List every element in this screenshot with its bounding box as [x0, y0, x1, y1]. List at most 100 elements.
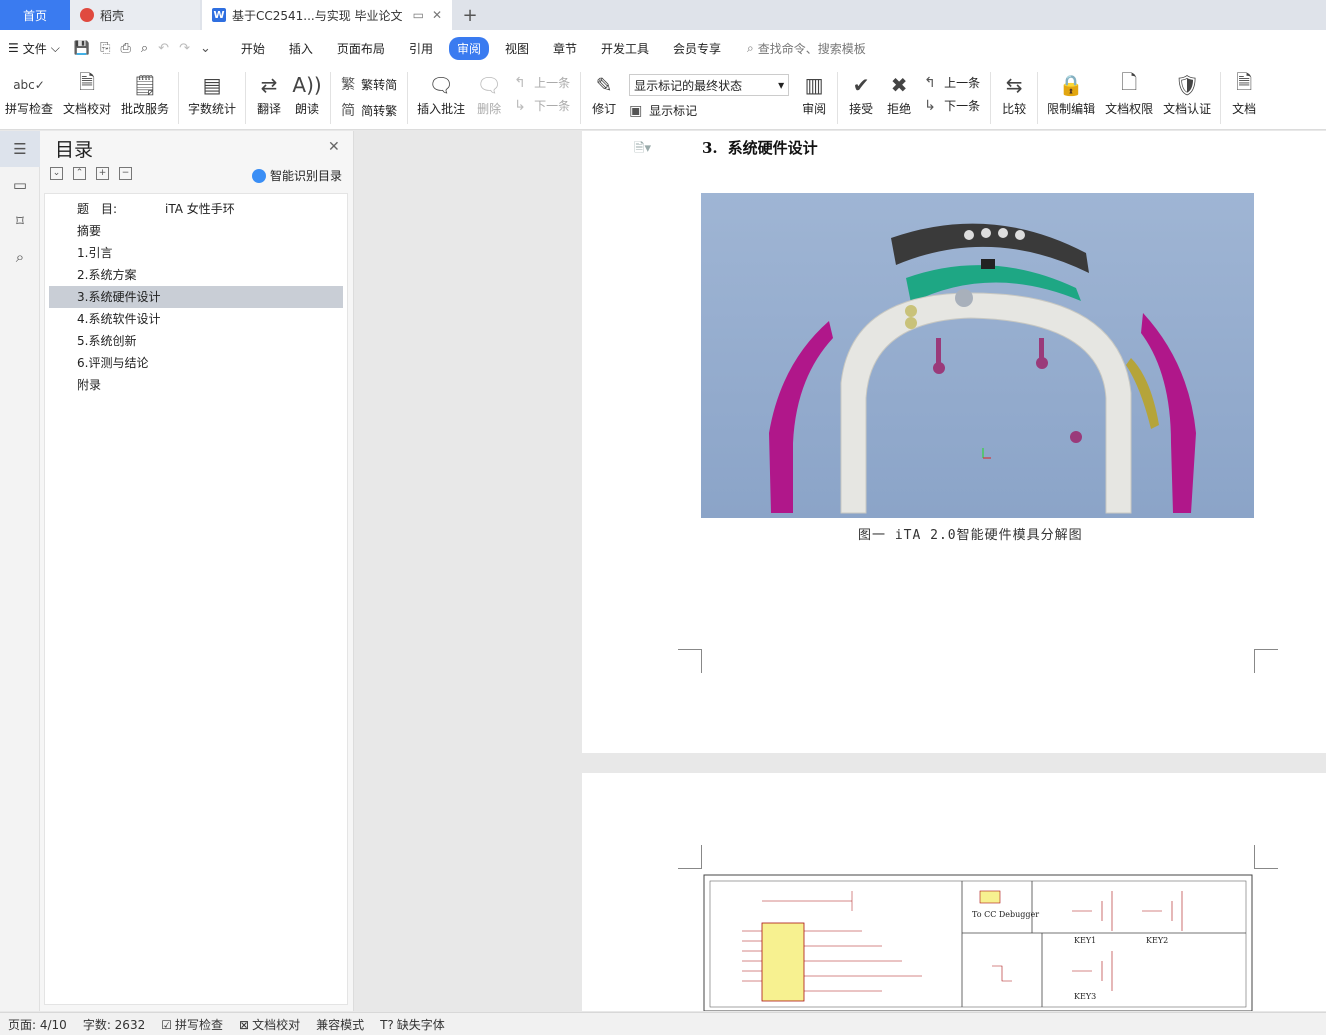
reject-button[interactable]: ✖ 拒绝 [880, 70, 918, 117]
permission-icon: 🗋 [1121, 70, 1138, 94]
translate-button[interactable]: ⇄ 翻译 [250, 70, 288, 117]
bookmark-icon[interactable]: ⌑ [0, 203, 40, 239]
toc-item[interactable]: 1.引言 [49, 242, 343, 264]
menu-page-layout[interactable]: 页面布局 [329, 37, 393, 60]
delete-comment-button[interactable]: 🗨 删除 [470, 70, 508, 117]
close-icon[interactable]: ✕ [328, 139, 340, 155]
expand-down-icon[interactable]: ⌄ [50, 167, 63, 180]
document-page[interactable]: To CC Debugger KEY1 KEY2 KEY3 [582, 773, 1326, 1011]
document-page[interactable]: 🗎▾ 3. 系统硬件设计 图一 iTA 2.0智能硬件模具分解图 [582, 131, 1326, 753]
prev-change-button[interactable]: ↰ 上一条 [924, 74, 980, 91]
menu-member[interactable]: 会员专享 [665, 37, 729, 60]
insert-comment-icon: 🗨 [428, 73, 454, 97]
toc-item-title[interactable]: 题 目: iTA 女性手环 [49, 198, 343, 220]
toc-item[interactable]: 附录 [49, 374, 343, 396]
menu-references[interactable]: 引用 [401, 37, 441, 60]
next-comment-button[interactable]: ↳ 下一条 [514, 97, 570, 114]
tab-document-label: 基于CC2541...与实现 毕业论文 [232, 8, 403, 23]
daoke-logo-icon [80, 8, 94, 22]
proofread-button[interactable]: 🗎 文档校对 [58, 70, 116, 117]
search-icon[interactable]: ⌕ [0, 239, 40, 275]
review-pane-button[interactable]: ▥ 审阅 [795, 70, 833, 117]
menu-insert[interactable]: 插入 [281, 37, 321, 60]
toc-nav-icon[interactable]: ☰ [0, 131, 40, 167]
section-heading-number: 3. [702, 139, 718, 157]
document-permission-button[interactable]: 🗋 文档权限 [1100, 70, 1158, 117]
markup-state-select[interactable]: 显示标记的最终状态 ▾ [629, 74, 790, 96]
menu-bar: ☰ 文件 ⌵ 💾 ⎘ ⎙ ⌕ ↶ ↷ ⌄ 开始 插入 页面布局 引用 审阅 视图… [0, 30, 1326, 66]
undo-icon[interactable]: ↶ [158, 41, 169, 56]
ribbon-separator [245, 72, 247, 124]
collapse-all-icon[interactable]: − [119, 167, 132, 180]
status-spell-check[interactable]: ☑ 拼写检查 [161, 1016, 223, 1033]
tab-float-icon[interactable]: ▭ [413, 8, 424, 22]
toc-item[interactable]: 5.系统创新 [49, 330, 343, 352]
print-icon[interactable]: ⎙ [120, 41, 130, 56]
accept-button[interactable]: ✔ 接受 [842, 70, 880, 117]
page-margin-corner [678, 845, 702, 869]
word-count-indicator[interactable]: 字数: 2632 [83, 1016, 145, 1033]
tab-document[interactable]: W 基于CC2541...与实现 毕业论文 ▭ ✕ [202, 0, 452, 30]
print-preview-icon[interactable]: ⌕ [141, 41, 148, 56]
chapter-nav-icon[interactable]: ▭ [0, 167, 40, 203]
word-count-button[interactable]: ▤ 字数统计 [183, 70, 241, 117]
customize-chevron-icon[interactable]: ⌄ [200, 41, 211, 56]
menu-section[interactable]: 章节 [545, 37, 585, 60]
toc-item-selected[interactable]: 3.系统硬件设计 [49, 286, 343, 308]
file-menu[interactable]: ☰ 文件 ⌵ [8, 40, 60, 57]
toc-item[interactable]: 2.系统方案 [49, 264, 343, 286]
tab-daoke[interactable]: 稻壳 [70, 0, 200, 30]
trad-to-simp-button[interactable]: 繁繁转简 [341, 74, 397, 94]
review-pane-label: 审阅 [802, 102, 827, 116]
document-more-button[interactable]: 🗎 文档 [1225, 70, 1263, 117]
collapse-up-icon[interactable]: ⌃ [73, 167, 86, 180]
circuit-schematic: To CC Debugger KEY1 KEY2 KEY3 [703, 874, 1253, 1011]
menu-developer[interactable]: 开发工具 [593, 37, 657, 60]
toc-item[interactable]: 4.系统软件设计 [49, 308, 343, 330]
prev-comment-button[interactable]: ↰ 上一条 [514, 74, 570, 91]
command-search-placeholder: 查找命令、搜索模板 [757, 41, 866, 56]
new-tab-button[interactable]: + [452, 0, 488, 30]
spell-check-button[interactable]: abc✓ 拼写检查 [0, 70, 58, 117]
export-icon[interactable]: ⎘ [100, 41, 110, 56]
insert-comment-button[interactable]: 🗨 插入批注 [412, 70, 470, 117]
simp-to-trad-button[interactable]: 简简转繁 [341, 100, 397, 120]
toc-item[interactable]: 6.评测与结论 [49, 352, 343, 374]
prev-comment-label: 上一条 [534, 76, 571, 90]
menu-start[interactable]: 开始 [233, 37, 273, 60]
hardware-exploded-view-image[interactable] [701, 193, 1254, 518]
save-icon[interactable]: 💾 [74, 41, 90, 56]
smart-toc-button[interactable]: 智能识别目录 [252, 167, 342, 184]
trad-to-simp-icon: 繁 [341, 77, 356, 93]
read-aloud-button[interactable]: A)) 朗读 [288, 70, 326, 117]
menu-review[interactable]: 审阅 [448, 36, 489, 60]
toc-item[interactable]: 摘要 [49, 220, 343, 242]
menu-view[interactable]: 视图 [497, 37, 537, 60]
tab-close-icon[interactable]: ✕ [432, 8, 442, 22]
show-markup-label: 显示标记 [649, 104, 698, 118]
expand-all-icon[interactable]: + [96, 167, 109, 180]
quick-access-toolbar: 💾 ⎘ ⎙ ⌕ ↶ ↷ ⌄ [74, 41, 211, 56]
missing-font-button[interactable]: T? 缺失字体 [380, 1016, 445, 1033]
compare-button[interactable]: ⇆ 比较 [995, 70, 1033, 117]
document-certify-button[interactable]: 🛡 文档认证 [1158, 70, 1216, 117]
restrict-editing-button[interactable]: 🔒 限制编辑 [1042, 70, 1100, 117]
toc-title: 目录 [55, 139, 94, 161]
ribbon-separator [580, 72, 582, 124]
next-change-button[interactable]: ↳ 下一条 [924, 97, 980, 114]
schematic-key2-label: KEY2 [1146, 936, 1168, 945]
tab-home[interactable]: 首页 [0, 0, 70, 30]
paragraph-menu-icon[interactable]: 🗎▾ [634, 139, 651, 161]
track-changes-button[interactable]: ✎ 修订 [585, 70, 623, 117]
redo-icon[interactable]: ↷ [179, 41, 190, 56]
status-proofread[interactable]: ⊠ 文档校对 [239, 1016, 300, 1033]
command-search[interactable]: ⌕ 查找命令、搜索模板 [747, 40, 866, 57]
reject-label: 拒绝 [887, 102, 912, 116]
correction-service-button[interactable]: 🗒 批改服务 [116, 70, 174, 117]
ribbon-separator [178, 72, 180, 124]
translate-icon: ⇄ [260, 73, 278, 97]
show-markup-button[interactable]: ▣ 显示标记 [629, 102, 789, 119]
change-nav-group: ↰ 上一条 ↳ 下一条 [918, 70, 986, 118]
delete-comment-label: 删除 [477, 102, 502, 116]
page-indicator[interactable]: 页面: 4/10 [8, 1016, 67, 1033]
